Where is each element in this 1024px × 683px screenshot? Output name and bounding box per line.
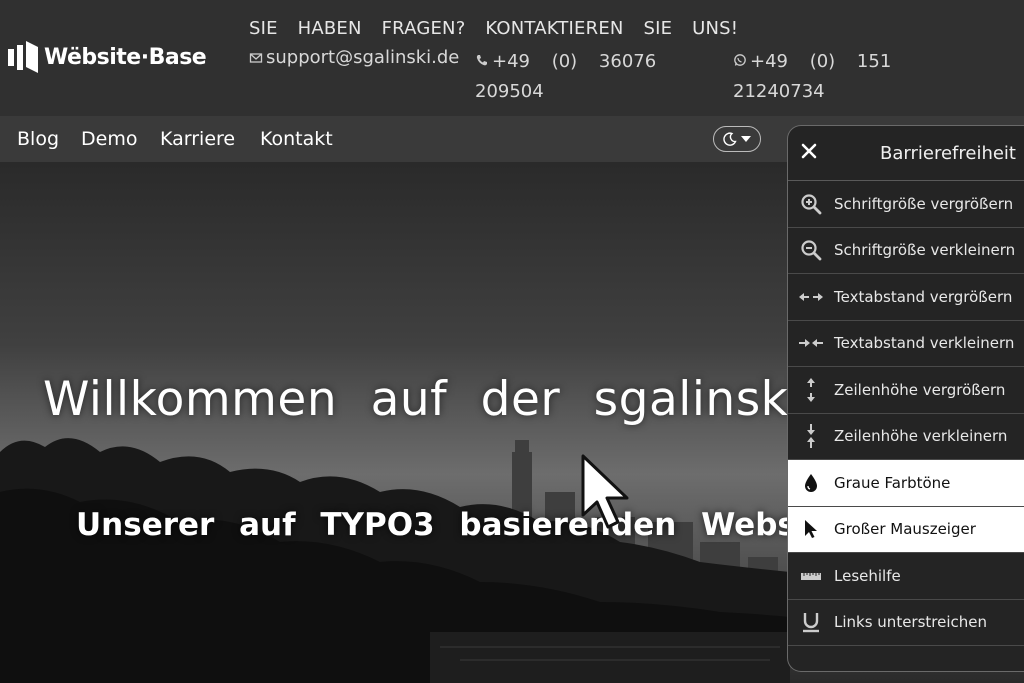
underline-icon — [803, 613, 819, 633]
a11y-item-label: Großer Mauszeiger — [834, 520, 976, 539]
hero-subtitle: Unserer auf TYPO3 basierenden Websit — [76, 507, 822, 543]
a11y-text-spacing-increase[interactable]: Textabstand vergrößern — [788, 274, 1024, 321]
contact-email[interactable]: support@sgalinski.de — [249, 47, 459, 68]
a11y-item-label: Zeilenhöhe vergrößern — [834, 380, 1006, 399]
a11y-underline-links[interactable]: Links unterstreichen — [788, 600, 1024, 646]
a11y-item-label: Graue Farbtöne — [834, 473, 951, 492]
a11y-text-spacing-decrease[interactable]: Textabstand verkleinern — [788, 321, 1024, 367]
accessibility-header: Barrierefreiheit — [788, 126, 1024, 181]
zoom-in-icon — [801, 194, 822, 215]
site-logo[interactable]: Wëbsite·Base — [8, 41, 207, 73]
a11y-font-size-decrease[interactable]: Schriftgröße verkleinern — [788, 228, 1024, 274]
a11y-item-label: Textabstand vergrößern — [834, 287, 1013, 306]
a11y-grayscale[interactable]: Graue Farbtöne — [788, 460, 1024, 507]
phone-link[interactable]: +49 (0) 36076 209504 — [475, 51, 656, 102]
a11y-reading-guide[interactable]: Lesehilfe — [788, 553, 1024, 600]
cursor-icon — [805, 520, 817, 539]
arrows-apart-icon — [799, 292, 823, 301]
arrows-together-icon — [799, 339, 823, 348]
email-link[interactable]: support@sgalinski.de — [266, 47, 459, 68]
close-icon[interactable] — [798, 140, 820, 162]
a11y-line-height-decrease[interactable]: Zeilenhöhe verkleinern — [788, 414, 1024, 460]
contact-whatsapp[interactable]: +49 (0) 151 21240734 — [733, 47, 933, 107]
vertical-apart-icon — [807, 377, 815, 402]
whatsapp-icon — [734, 54, 746, 66]
mail-icon — [249, 52, 263, 63]
logo-icon — [8, 41, 38, 73]
nav-item-demo[interactable]: Demo — [81, 128, 137, 150]
contact-heading: SIE HABEN FRAGEN? KONTAKTIEREN SIE UNS! — [249, 18, 739, 39]
a11y-item-label: Zeilenhöhe verkleinern — [834, 427, 1008, 446]
dark-mode-toggle[interactable] — [713, 126, 761, 152]
large-cursor-icon — [581, 454, 629, 529]
nav-item-karriere[interactable]: Karriere — [160, 128, 235, 150]
nav-item-blog[interactable]: Blog — [17, 128, 59, 150]
top-bar: Wëbsite·Base SIE HABEN FRAGEN? KONTAKTIE… — [0, 0, 1024, 116]
ruler-icon — [801, 572, 821, 580]
a11y-line-height-increase[interactable]: Zeilenhöhe vergrößern — [788, 367, 1024, 414]
vertical-together-icon — [807, 424, 815, 449]
caret-down-icon — [741, 136, 751, 142]
accessibility-panel: Barrierefreiheit Schriftgröße vergrößern… — [787, 125, 1024, 672]
a11y-font-size-increase[interactable]: Schriftgröße vergrößern — [788, 181, 1024, 228]
whatsapp-link[interactable]: +49 (0) 151 21240734 — [733, 51, 891, 102]
phone-icon — [476, 55, 487, 66]
contact-phone[interactable]: +49 (0) 36076 209504 — [475, 47, 675, 107]
a11y-big-cursor[interactable]: Großer Mauszeiger — [788, 506, 1024, 553]
a11y-item-label: Links unterstreichen — [834, 613, 988, 632]
moon-icon — [723, 132, 737, 146]
logo-text: Wëbsite·Base — [44, 44, 207, 70]
nav-item-kontakt[interactable]: Kontakt — [260, 128, 333, 150]
a11y-item-label: Textabstand verkleinern — [834, 334, 1015, 353]
a11y-item-label: Lesehilfe — [834, 566, 901, 585]
accessibility-title: Barrierefreiheit — [880, 143, 1016, 164]
drop-icon — [805, 473, 817, 492]
a11y-item-label: Schriftgröße verkleinern — [834, 241, 1016, 260]
a11y-item-label: Schriftgröße vergrößern — [834, 194, 1014, 213]
zoom-out-icon — [801, 240, 822, 261]
